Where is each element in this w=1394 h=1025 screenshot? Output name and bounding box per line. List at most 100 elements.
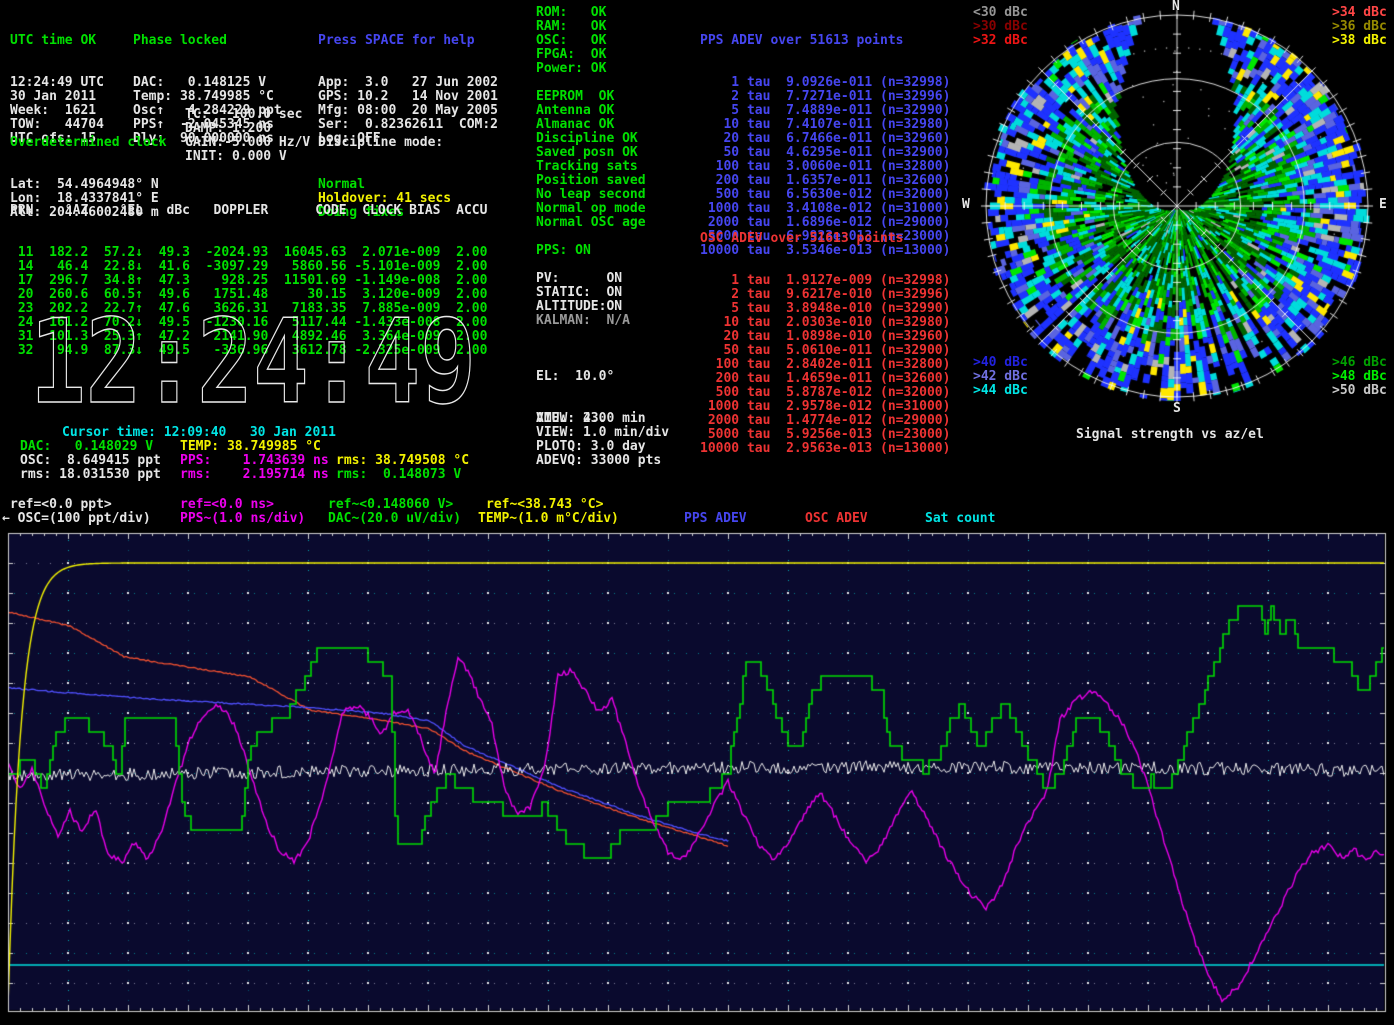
- utc-status-title: UTC time OK: [10, 34, 104, 48]
- compass-n: N: [1172, 0, 1180, 14]
- adev-row: 5 tau 3.8948e-010 (n=32990): [700, 302, 950, 316]
- adev-row: 100 tau 2.8402e-011 (n=32800): [700, 358, 950, 372]
- adev-row: 50 tau 5.0610e-011 (n=32900): [700, 344, 950, 358]
- device-status-line: OSC: OK: [536, 34, 606, 48]
- big-clock: 12:24:49: [30, 306, 476, 410]
- polar-caption: Signal strength vs az/el: [1076, 428, 1264, 442]
- status-line: EEPROM OK: [536, 90, 646, 104]
- osc-adev-rows: 1 tau 1.9127e-009 (n=32998) 2 tau 9.6217…: [700, 274, 950, 456]
- adev-row: 10 tau 2.0303e-010 (n=32980): [700, 316, 950, 330]
- signal-legend-top-left: <30 dBc>30 dBc>32 dBc: [973, 6, 1028, 48]
- adev-row: 500 tau 6.5630e-012 (n=32000): [700, 188, 950, 202]
- sat-row: 20 260.6 60.5↑ 49.6 1751.48 30.15 3.120e…: [10, 288, 487, 302]
- plot-scale-row: ← OSC=(100 ppt/div) PPS~(1.0 ns/div) DAC~(…: [0, 512, 1394, 526]
- compass-s: S: [1173, 402, 1181, 416]
- legend-item: >50 dBc: [1332, 384, 1387, 398]
- pps-state: PPS: ON: [536, 244, 591, 258]
- plot-scale-label: TEMP~(1.0 m°C/div): [478, 512, 619, 526]
- cursor-row-3: rms: 18.031530 pptrms: 2.195714 nsrms: 0…: [0, 468, 1394, 482]
- legend-item: >48 dBc: [1332, 370, 1387, 384]
- status-line: Discipline OK: [536, 132, 646, 146]
- adev-row: 2000 tau 1.4774e-012 (n=29000): [700, 414, 950, 428]
- signal-legend-bottom-right: >46 dBc>48 dBc>50 dBc: [1332, 356, 1387, 398]
- big-clock-display: 12:24:49: [22, 306, 484, 410]
- device-status-panel: ROM: OKRAM: OKOSC: OKFPGA: OKPower: OK: [536, 6, 606, 76]
- elevation-mask: EL: 10.0°: [536, 370, 614, 384]
- device-status-line: FPGA: OK: [536, 48, 606, 62]
- status-line: Almanac OK: [536, 118, 646, 132]
- sat-row: 14 46.4 22.8↓ 41.6 -3097.29 5860.56 -5.1…: [10, 260, 487, 274]
- legend-item: >38 dBc: [1332, 34, 1387, 48]
- adev-row: 10 tau 7.4107e-011 (n=32980): [700, 118, 950, 132]
- adev-row: 2 tau 7.7271e-011 (n=32996): [700, 90, 950, 104]
- legend-item: >34 dBc: [1332, 6, 1387, 20]
- queue-line: VIEW: 23.0 min: [536, 412, 669, 426]
- receiver-status-list: EEPROM OKAntenna OKAlmanac OKDiscipline …: [536, 90, 646, 230]
- plot-scale-label: ← OSC=(100 ppt/div): [2, 512, 151, 526]
- utc-line: 30 Jan 2011: [10, 90, 104, 104]
- plot-scale-label: DAC~(20.0 uV/div): [328, 512, 461, 526]
- cursor-row-1: DAC: 0.148029 V TEMP: 38.749985 °C: [0, 440, 1394, 454]
- plot-canvas[interactable]: [0, 528, 1394, 1025]
- cursor-value: OSC: 8.649415 ppt: [20, 454, 161, 468]
- adev-row: 20 tau 1.0898e-010 (n=32960): [700, 330, 950, 344]
- osc-adev-title: OSC ADEV over 51613 points: [700, 232, 950, 246]
- adev-row: 2 tau 9.6217e-010 (n=32996): [700, 288, 950, 302]
- plot-scale-label: PPS ADEV: [684, 512, 747, 526]
- legend-item: <30 dBc: [973, 6, 1028, 20]
- discipline-title: Discipline mode:: [318, 136, 451, 150]
- help-title: Press SPACE for help: [318, 34, 498, 48]
- adev-row: 1000 tau 2.9578e-012 (n=31000): [700, 400, 950, 414]
- plot-ref-label: ref~<38.743 °C>: [486, 498, 603, 512]
- plot-ref-label: ref=<0.0 ns>: [180, 498, 274, 512]
- legend-item: >44 dBc: [973, 384, 1028, 398]
- cursor-value: rms: 0.148073 V: [336, 468, 461, 482]
- utc-line: 12:24:49 UTC: [10, 76, 104, 90]
- loop-param-line: DAMP: 1.200: [185, 122, 310, 136]
- help-line: GPS: 10.2 14 Nov 2001: [318, 90, 498, 104]
- plot-scale-label: PPS~(1.0 ns/div): [180, 512, 305, 526]
- adev-row: 20 tau 6.7466e-011 (n=32960): [700, 132, 950, 146]
- legend-item: >36 dBc: [1332, 20, 1387, 34]
- receiver-flags: PV: ONSTATIC: ONALTITUDE:ONKALMAN: N/A: [536, 272, 630, 328]
- receiver-flag: STATIC: ON: [536, 286, 630, 300]
- legend-item: >40 dBc: [973, 356, 1028, 370]
- receiver-flag: ALTITUDE:ON: [536, 300, 630, 314]
- sat-row: 17 296.7 34.8↑ 47.3 928.25 11501.69 -1.1…: [10, 274, 487, 288]
- compass-e: E: [1379, 198, 1387, 212]
- cursor-value: PPS: 1.743639 ns: [180, 454, 329, 468]
- status-line: No leap second: [536, 188, 646, 202]
- loop-params-panel: TC: 100.0 secDAMP: 1.200GAIN:-5.000 Hz/V…: [185, 108, 310, 164]
- adev-row: 1 tau 1.9127e-009 (n=32998): [700, 274, 950, 288]
- signal-legend-bottom-left: >40 dBc>42 dBc>44 dBc: [973, 356, 1028, 398]
- status-line: Saved posn OK: [536, 146, 646, 160]
- adev-row: 200 tau 1.6357e-011 (n=32600): [700, 174, 950, 188]
- plot-ref-row: ref=<0.0 ppt>ref=<0.0 ns>ref~<0.148060 V…: [0, 498, 1394, 512]
- sat-row: 11 182.2 57.2↓ 49.3 -2024.93 16045.63 2.…: [10, 246, 487, 260]
- cursor-value: DAC: 0.148029 V: [20, 440, 153, 454]
- adev-row: 50 tau 4.6295e-011 (n=32900): [700, 146, 950, 160]
- signal-legend-top-right: >34 dBc>36 dBc>38 dBc: [1332, 6, 1387, 48]
- cursor-value: rms: 18.031530 ppt: [20, 468, 161, 482]
- cursor-time: Cursor time: 12:09:40 30 Jan 2011: [62, 426, 336, 440]
- status-line: Tracking sats: [536, 160, 646, 174]
- cursor-row-2: OSC: 8.649415 pptPPS: 1.743639 nsrms: 38…: [0, 454, 1394, 468]
- status-line: Position saved: [536, 174, 646, 188]
- cursor-value: TEMP: 38.749985 °C: [180, 440, 321, 454]
- device-status-line: Power: OK: [536, 62, 606, 76]
- plot-scale-label: Sat count: [925, 512, 995, 526]
- receiver-flag: PV: ON: [536, 272, 630, 286]
- lady-heather-screen: UTC time OK 12:24:49 UTC30 Jan 2011Week:…: [0, 0, 1394, 1025]
- plot-ref-label: ref~<0.148060 V>: [328, 498, 453, 512]
- compass-w: W: [962, 198, 970, 212]
- queue-line: VIEW: 1.0 min/div: [536, 426, 669, 440]
- loop-param-line: TC: 100.0 sec: [185, 108, 310, 122]
- receiver-flag: KALMAN: N/A: [536, 314, 630, 328]
- plot-scale-label: OSC ADEV: [805, 512, 868, 526]
- adev-row: 200 tau 1.4659e-011 (n=32600): [700, 372, 950, 386]
- status-line: Normal op mode: [536, 202, 646, 216]
- loop-param-line: INIT: 0.000 V: [185, 150, 310, 164]
- legend-item: >30 dBc: [973, 20, 1028, 34]
- status-line: Antenna OK: [536, 104, 646, 118]
- legend-item: >46 dBc: [1332, 356, 1387, 370]
